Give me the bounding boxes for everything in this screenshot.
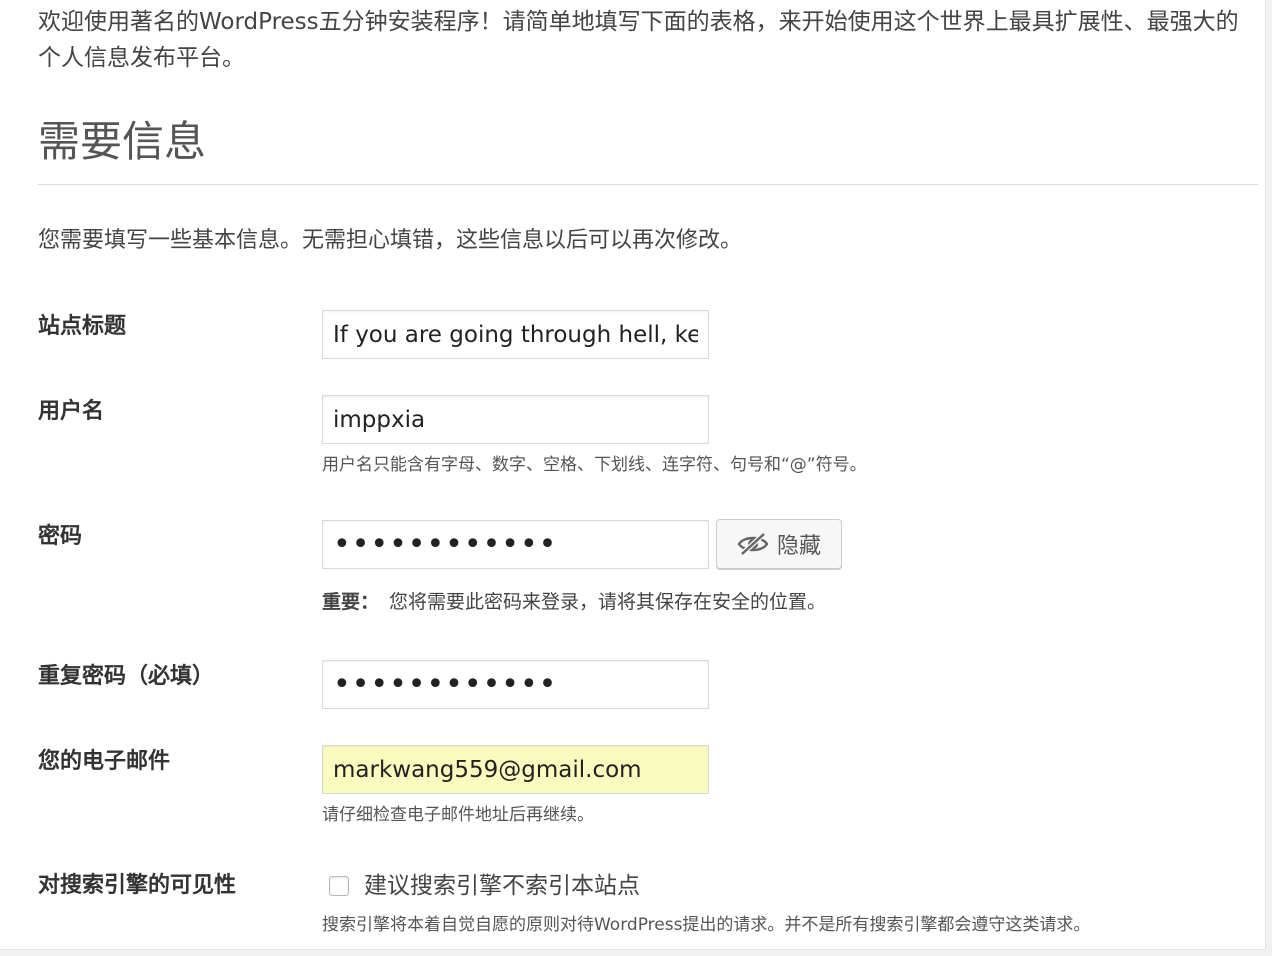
username-label: 用户名 bbox=[38, 399, 105, 424]
discourage-search-checkbox[interactable] bbox=[329, 876, 349, 896]
password-label: 密码 bbox=[38, 524, 83, 549]
important-text: 您将需要此密码来登录，请将其保存在安全的位置。 bbox=[389, 591, 827, 613]
intro-text: 欢迎使用著名的WordPress五分钟安装程序！请简单地填写下面的表格，来开始使… bbox=[38, 9, 1239, 71]
search-visibility-label: 对搜索引擎的可见性 bbox=[38, 873, 237, 898]
important-prefix: 重要： bbox=[322, 591, 380, 613]
section-description: 您需要填写一些基本信息。无需担心填错，这些信息以后可以再次修改。 bbox=[38, 228, 743, 253]
hide-password-label: 隐藏 bbox=[776, 534, 821, 559]
email-input[interactable] bbox=[322, 745, 709, 794]
email-label: 您的电子邮件 bbox=[38, 749, 171, 774]
section-divider bbox=[38, 184, 1258, 185]
section-title: 需要信息 bbox=[38, 117, 207, 166]
discourage-search-label[interactable]: 建议搜索引擎不索引本站点 bbox=[364, 869, 640, 903]
site-title-input[interactable] bbox=[322, 310, 709, 359]
eye-slash-icon bbox=[737, 532, 769, 556]
password-repeat-input[interactable] bbox=[322, 660, 709, 709]
install-form-panel: 欢迎使用著名的WordPress五分钟安装程序！请简单地填写下面的表格，来开始使… bbox=[0, 0, 1266, 950]
password-input[interactable] bbox=[322, 520, 709, 569]
username-hint: 用户名只能含有字母、数字、空格、下划线、连字符、句号和“@”符号。 bbox=[322, 455, 867, 475]
search-visibility-hint: 搜索引擎将本着自觉自愿的原则对待WordPress提出的请求。并不是所有搜索引擎… bbox=[322, 915, 1091, 935]
username-input[interactable] bbox=[322, 395, 709, 444]
email-hint: 请仔细检查电子邮件地址后再继续。 bbox=[322, 805, 594, 825]
password-repeat-label: 重复密码（必填） bbox=[38, 664, 215, 689]
password-important-note: 重要： 您将需要此密码来登录，请将其保存在安全的位置。 bbox=[322, 589, 826, 615]
hide-password-button[interactable]: 隐藏 bbox=[716, 519, 842, 569]
site-title-label: 站点标题 bbox=[38, 314, 127, 339]
